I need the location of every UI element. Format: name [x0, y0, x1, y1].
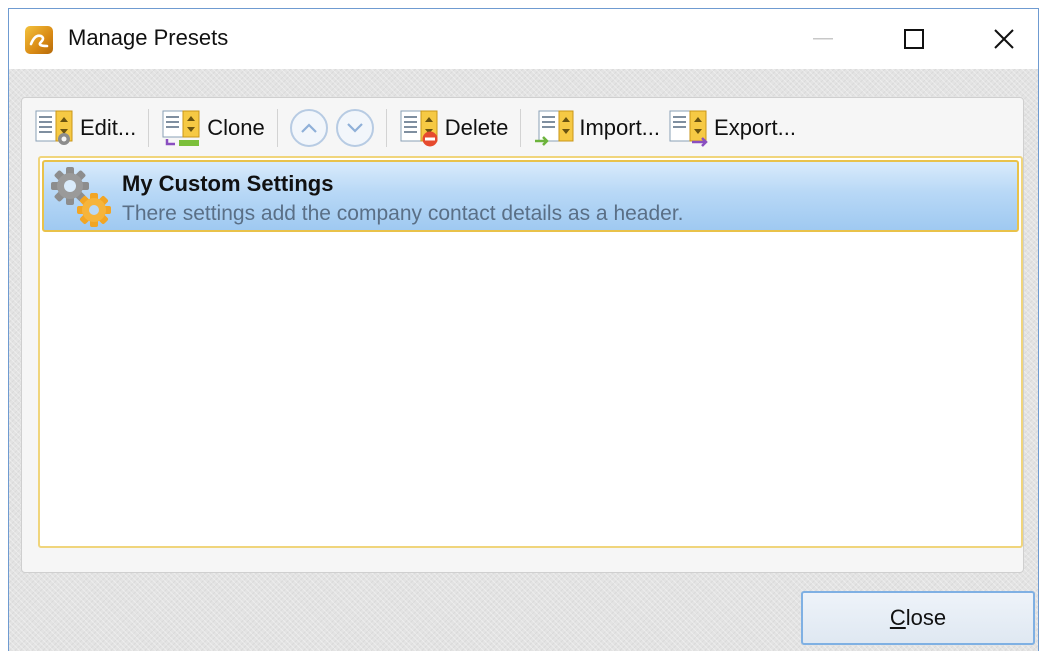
- clone-button[interactable]: Clone: [157, 108, 268, 148]
- delete-label: Delete: [444, 115, 509, 140]
- close-label-rest: lose: [905, 605, 947, 630]
- toolbar: Edit... Clone Delete Import... Export...: [30, 106, 800, 150]
- import-preset-icon: [533, 109, 575, 147]
- edit-label: Edit...: [80, 115, 137, 140]
- export-label: Export...: [714, 115, 796, 140]
- window-title: Manage Presets: [68, 25, 229, 50]
- delete-preset-icon: [399, 109, 441, 147]
- delete-button[interactable]: Delete: [395, 108, 513, 148]
- preset-title: My Custom Settings: [122, 171, 334, 196]
- toolbar-separator: [276, 109, 278, 147]
- close-mnemonic: C: [889, 605, 906, 630]
- chevron-down-icon: [346, 123, 363, 133]
- edit-button[interactable]: Edit...: [30, 108, 140, 148]
- toolbar-separator: [148, 109, 150, 147]
- move-down-button[interactable]: [335, 109, 374, 147]
- maximize-icon: [904, 29, 924, 49]
- minimize-icon: [813, 38, 833, 40]
- export-button[interactable]: Export...: [664, 108, 800, 148]
- list-item[interactable]: My Custom Settings There settings add th…: [42, 160, 1019, 232]
- chevron-up-icon: [300, 123, 317, 133]
- clone-preset-icon: [161, 109, 203, 147]
- settings-gears-icon: [48, 166, 114, 228]
- edit-preset-icon: [34, 109, 76, 147]
- minimize-button[interactable]: [800, 19, 846, 59]
- preset-description: There settings add the company contact d…: [122, 202, 684, 225]
- manage-presets-window: Manage Presets Edit... Clone Delete Impo…: [8, 8, 1039, 651]
- import-button[interactable]: Import...: [529, 108, 664, 148]
- import-label: Import...: [579, 115, 661, 140]
- export-preset-icon: [668, 109, 710, 147]
- app-logo-icon: [25, 26, 53, 54]
- presets-list[interactable]: My Custom Settings There settings add th…: [38, 156, 1023, 548]
- move-up-button[interactable]: [289, 109, 328, 147]
- clone-label: Clone: [207, 115, 265, 140]
- title-bar: Manage Presets: [9, 9, 1038, 69]
- dialog-body: Edit... Clone Delete Import... Export...…: [9, 69, 1038, 651]
- presets-panel: Edit... Clone Delete Import... Export...…: [21, 97, 1024, 573]
- toolbar-separator: [385, 109, 387, 147]
- maximize-button[interactable]: [891, 19, 937, 59]
- toolbar-separator: [520, 109, 522, 147]
- close-button[interactable]: Close: [801, 591, 1035, 645]
- close-icon: [994, 29, 1014, 49]
- window-close-button[interactable]: [981, 19, 1027, 59]
